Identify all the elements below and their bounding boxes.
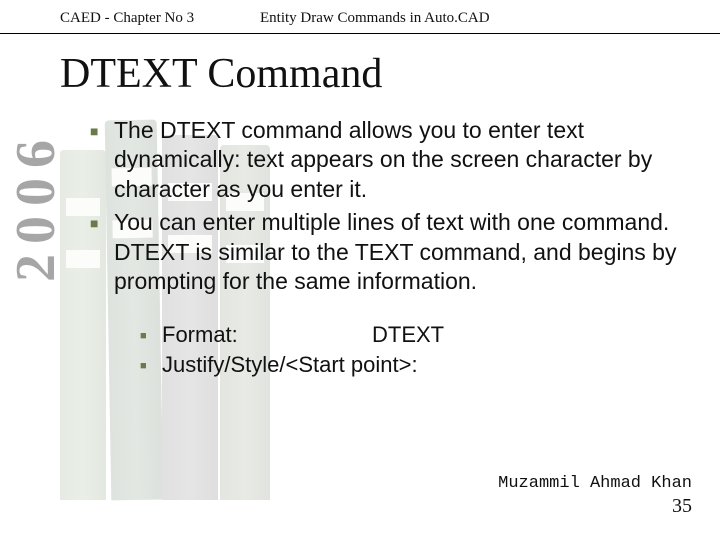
slide-content: ■ The DTEXT command allows you to enter … [0, 116, 720, 379]
bullet-item: ■ The DTEXT command allows you to enter … [90, 116, 680, 204]
square-bullet-icon: ■ [90, 208, 114, 296]
header-topic: Entity Draw Commands in Auto.CAD [260, 10, 660, 27]
sub-bullet-group: ■ Format:DTEXT ■ Justify/Style/<Start po… [90, 301, 680, 379]
slide-header: CAED - Chapter No 3 Entity Draw Commands… [0, 0, 720, 34]
bullet-item: ■ You can enter multiple lines of text w… [90, 208, 680, 296]
bullet-text: You can enter multiple lines of text wit… [114, 208, 680, 296]
header-chapter: CAED - Chapter No 3 [60, 10, 260, 27]
sub-bullet-value: DTEXT [372, 322, 444, 347]
footer-page-number: 35 [498, 494, 692, 518]
sub-bullet-label: Format: [162, 321, 372, 349]
sub-bullet-label: Justify/Style/<Start point>: [162, 352, 418, 377]
footer-author: Muzammil Ahmad Khan [498, 474, 692, 494]
slide-footer: Muzammil Ahmad Khan 35 [498, 474, 692, 518]
square-bullet-icon: ■ [90, 116, 114, 204]
sub-bullet-text: Format:DTEXT [162, 321, 680, 349]
sub-bullet-text: Justify/Style/<Start point>: [162, 351, 680, 379]
square-bullet-icon: ■ [140, 351, 162, 379]
sub-bullet-item: ■ Format:DTEXT [140, 321, 680, 349]
bullet-text: The DTEXT command allows you to enter te… [114, 116, 680, 204]
slide-title: DTEXT Command [0, 42, 720, 116]
sub-bullet-item: ■ Justify/Style/<Start point>: [140, 351, 680, 379]
square-bullet-icon: ■ [140, 321, 162, 349]
